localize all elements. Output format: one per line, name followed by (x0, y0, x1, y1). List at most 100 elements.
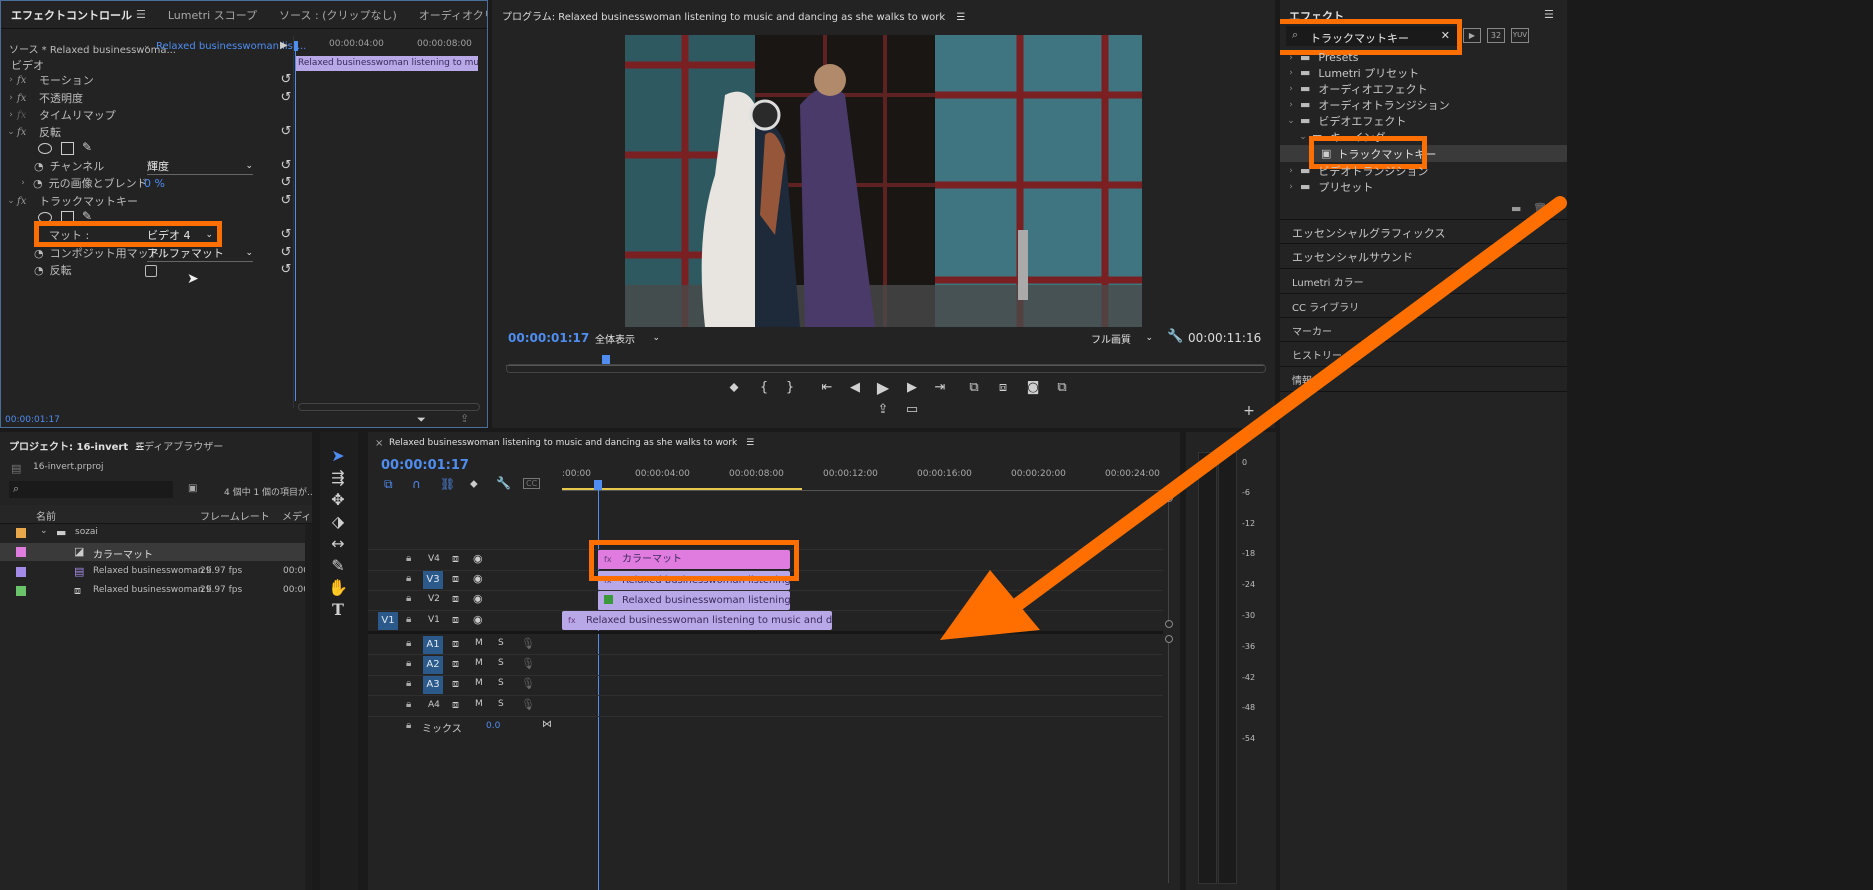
pen-tool-icon[interactable]: ✎ (320, 556, 356, 575)
export-frame-icon[interactable]: ⇪ (460, 412, 469, 425)
fit-dropdown[interactable]: 全体表示 ⌄ (595, 330, 660, 346)
reset-icon[interactable]: ↺ (279, 159, 293, 173)
stopwatch-icon[interactable]: ◔ (34, 160, 44, 173)
vertical-zoom-handle[interactable] (1165, 635, 1173, 643)
list-item[interactable]: ⌄ ▬ sozai (0, 524, 312, 542)
section-essential-sound[interactable]: エッセンシャルサウンド (1292, 249, 1413, 265)
lock-icon[interactable]: 🔒︎ (406, 593, 411, 604)
list-item[interactable]: ▤ Relaxed businesswoman li 29.97 fps 00:… (0, 563, 309, 581)
effect-track-matte-row[interactable]: ⌄ fx トラックマットキー ↺ (1, 191, 293, 211)
clip-v1[interactable]: fx Relaxed businesswoman listening to mu… (562, 611, 832, 630)
mark-out-icon[interactable]: } (781, 380, 799, 395)
chevron-down-icon[interactable]: ⌄ (143, 41, 151, 51)
go-to-out-icon[interactable]: ⇥ (931, 380, 949, 395)
step-forward-icon[interactable]: ▶ (903, 380, 921, 395)
section-lumetri-color[interactable]: Lumetri カラー (1292, 274, 1364, 289)
hand-tool-icon[interactable]: ✋ (320, 578, 356, 597)
project-scrollbar[interactable] (305, 524, 312, 890)
lock-icon[interactable]: 🔒︎ (406, 573, 411, 584)
program-zoom-bar[interactable] (506, 364, 1266, 373)
col-framerate[interactable]: フレームレート (200, 508, 270, 523)
reset-icon[interactable]: ↺ (279, 91, 293, 105)
marker-icon[interactable]: ⬥ (725, 380, 743, 395)
microphone-icon[interactable]: 🎙︎ (521, 657, 535, 670)
sync-icon[interactable]: ⧈ (452, 592, 459, 606)
list-item[interactable]: ⧈ Relaxed businesswoman li 29.97 fps 00:… (0, 582, 309, 600)
eye-icon[interactable]: ◉ (473, 572, 483, 585)
sync-icon[interactable]: ⧈ (452, 552, 459, 566)
accelerated-effects-icon[interactable]: ▶ (1463, 28, 1481, 43)
lock-icon[interactable]: 🔒︎ (406, 720, 411, 731)
track-select-tool-icon[interactable]: ⇶ (320, 468, 356, 487)
tree-item-presets-2[interactable]: › ▬ プリセット (1280, 178, 1567, 195)
track-header-v4[interactable]: 🔒︎ V4 ⧈ ◉ (368, 550, 558, 570)
reset-icon[interactable]: ↺ (279, 228, 293, 242)
captions-icon[interactable]: CC (523, 478, 541, 489)
eye-icon[interactable]: ◉ (473, 592, 483, 605)
tab-project[interactable]: プロジェクト: 16-invert ☰ (9, 438, 145, 453)
reset-icon[interactable]: ↺ (279, 125, 293, 139)
type-tool-icon[interactable]: T (320, 600, 356, 619)
track-header-v1[interactable]: V1 🔒︎ V1 ⧈ ◉ (368, 611, 558, 631)
nest-toggle-icon[interactable]: ⧉ (384, 477, 393, 492)
effect-invert-row[interactable]: ⌄ fx 反転 ↺ (1, 122, 293, 142)
track-header-a2[interactable]: 🔒︎ A2 ⧈ M S 🎙︎ (368, 655, 558, 675)
safe-margins-icon[interactable]: ▭ (903, 402, 921, 417)
mix-value[interactable]: 0.0 (486, 721, 500, 731)
col-media[interactable]: メディ (282, 508, 311, 523)
lock-icon[interactable]: 🔒︎ (406, 614, 411, 625)
blend-value[interactable]: 0 % (144, 177, 165, 190)
tab-source[interactable]: ソース : (クリップなし) (279, 7, 397, 23)
step-back-icon[interactable]: ◀ (846, 380, 864, 395)
delete-icon[interactable]: 🗑 (1533, 202, 1547, 215)
sync-icon[interactable]: ⧈ (452, 677, 459, 691)
tree-item-video-effects[interactable]: ⌄ ▬ ビデオエフェクト (1280, 112, 1567, 129)
camera-icon[interactable]: ◙ (1024, 380, 1042, 395)
section-markers[interactable]: マーカー (1292, 323, 1332, 338)
solo-button[interactable]: S (498, 638, 504, 648)
stopwatch-icon[interactable]: ◔ (34, 264, 44, 277)
track-target-button[interactable]: A2 (423, 656, 443, 674)
lock-icon[interactable]: 🔒︎ (406, 658, 411, 669)
microphone-icon[interactable]: 🎙︎ (521, 677, 535, 690)
new-bin-icon[interactable]: ▬ (1511, 202, 1521, 215)
go-to-in-icon[interactable]: ⇤ (818, 380, 836, 395)
microphone-icon[interactable]: 🎙︎ (521, 698, 535, 711)
quality-dropdown[interactable]: フル画質 ⌄ (1091, 330, 1153, 346)
sync-icon[interactable]: ⧈ (452, 698, 459, 712)
play-icon[interactable]: ▶ (874, 378, 892, 397)
eye-icon[interactable]: ◉ (473, 552, 483, 565)
32bit-effects-icon[interactable]: 32 (1487, 28, 1505, 43)
reset-icon[interactable]: ↺ (279, 176, 293, 190)
wrench-icon[interactable]: 🔧 (1167, 329, 1183, 344)
filter-icon[interactable]: ⏷ (417, 413, 426, 427)
eye-icon[interactable]: ◉ (473, 613, 483, 626)
linked-selection-icon[interactable]: ⛓ (440, 477, 455, 491)
track-header-a3[interactable]: 🔒︎ A3 ⧈ M S 🎙︎ (368, 675, 558, 695)
timeline-settings-icon[interactable]: 🔧 (496, 476, 511, 490)
vertical-zoom-handle[interactable] (1165, 620, 1173, 628)
tree-item-audio-transitions[interactable]: › ▬ オーディオトランジション (1280, 96, 1567, 113)
yuv-effects-icon[interactable]: YUV (1511, 28, 1529, 43)
tree-item-lumetri-presets[interactable]: › ▬ Lumetri プリセット (1280, 64, 1567, 81)
overwrite-icon[interactable]: ⧈ (994, 380, 1012, 395)
lock-icon[interactable]: 🔒︎ (406, 638, 411, 649)
tree-item-audio-effects[interactable]: › ▬ オーディオエフェクト (1280, 80, 1567, 97)
reset-icon[interactable]: ↺ (279, 263, 293, 277)
lift-icon[interactable]: ⇪ (874, 402, 892, 417)
chevron-down-icon[interactable]: ⌄ (40, 526, 48, 536)
timeline-playhead[interactable] (594, 480, 602, 490)
program-timecode[interactable]: 00:00:01:17 (508, 331, 589, 345)
timeline-close-icon[interactable]: × (375, 438, 383, 449)
panel-menu-icon[interactable]: ☰ (746, 438, 754, 448)
timeline-timecode[interactable]: 00:00:01:17 (381, 458, 469, 473)
comparison-view-icon[interactable]: ⧉ (1053, 380, 1071, 395)
rectangle-mask-icon[interactable] (61, 142, 74, 155)
track-header-mix[interactable]: 🔒︎ ミックス 0.0 ⋈ (368, 717, 558, 737)
tab-effect-controls[interactable]: エフェクトコントロール (11, 7, 132, 23)
tree-item-video-transitions[interactable]: › ▬ ビデオトランジション (1280, 162, 1567, 179)
reset-icon[interactable]: ↺ (279, 73, 293, 87)
snap-icon[interactable]: ∩ (412, 477, 421, 491)
sync-icon[interactable]: ⧈ (452, 657, 459, 671)
bowtie-icon[interactable]: ⋈ (542, 719, 552, 730)
